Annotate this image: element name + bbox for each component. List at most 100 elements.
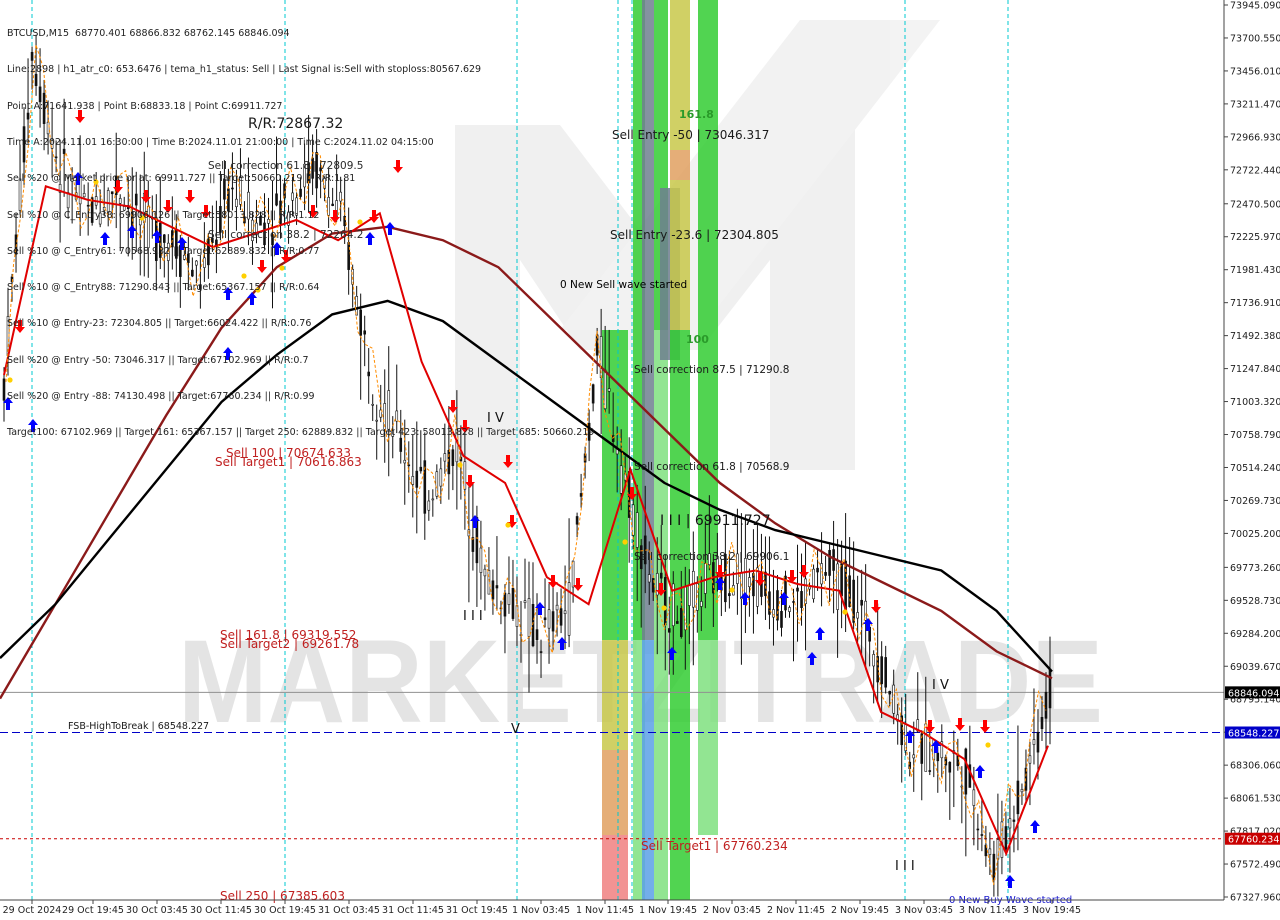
candle-body — [1032, 739, 1036, 745]
signal-zone-bar — [670, 150, 690, 180]
candle-body — [888, 690, 891, 695]
candle-body — [231, 187, 234, 190]
candle-body — [179, 245, 182, 277]
price-axis-label: 70758.790 — [1230, 430, 1280, 441]
time-axis-label: 1 Nov 19:45 — [639, 905, 697, 916]
zone-label-100: 100 — [686, 333, 709, 346]
candle-body — [327, 197, 330, 216]
candle-body — [575, 516, 579, 525]
signal-star-icon — [139, 215, 145, 221]
candle-body — [860, 599, 863, 606]
candle-body — [808, 586, 811, 590]
candle-body — [523, 600, 527, 603]
candle-body — [988, 848, 992, 855]
candle-body — [30, 51, 34, 61]
candle-body — [948, 761, 952, 773]
candle-body — [704, 563, 707, 594]
price-axis-label: 72470.500 — [1230, 199, 1280, 210]
candle-body — [828, 550, 831, 576]
candle-body — [495, 585, 499, 589]
candle-body — [122, 206, 126, 211]
candle-body — [1036, 731, 1040, 753]
candle-body — [996, 839, 1000, 860]
fsb-price-tag: 68548.227 — [1228, 729, 1279, 740]
time-axis-label: 30 Oct 11:45 — [190, 905, 252, 916]
price-axis-label: 70025.200 — [1230, 529, 1280, 540]
candle-body — [515, 605, 519, 627]
signal-zone-bar — [602, 835, 628, 900]
candle-body — [267, 219, 270, 224]
candle-body — [864, 600, 867, 621]
candle-body — [339, 191, 342, 202]
candle-body — [347, 242, 350, 270]
time-axis-label: 2 Nov 03:45 — [703, 905, 761, 916]
price-axis-label: 73456.010 — [1230, 66, 1280, 77]
time-axis-label: 3 Nov 03:45 — [895, 905, 953, 916]
candle-body — [106, 190, 110, 213]
signal-zone-bar — [642, 0, 654, 110]
candle-body — [66, 192, 70, 209]
candle-body — [503, 592, 507, 617]
candle-body — [679, 607, 683, 637]
candle-body — [912, 754, 916, 759]
candle-body — [872, 654, 875, 667]
signal-star-icon — [842, 609, 848, 615]
candle-body — [667, 628, 671, 633]
price-axis-label: 71003.320 — [1230, 397, 1280, 408]
candle-body — [163, 234, 166, 243]
time-axis-label: 30 Oct 03:45 — [126, 905, 188, 916]
candle-body — [247, 191, 250, 220]
sell-entry-label: Sell Entry -50 | 73046.317 — [612, 128, 769, 142]
price-axis-label: 69039.670 — [1230, 662, 1280, 673]
candle-body — [46, 121, 50, 135]
candle-body — [964, 748, 968, 795]
candle-body — [1012, 819, 1016, 822]
candle-body — [82, 193, 86, 198]
price-axis-label: 73700.550 — [1230, 33, 1280, 44]
candle-body — [259, 216, 262, 226]
candle-body — [928, 770, 932, 772]
price-axis-label: 67572.490 — [1230, 860, 1280, 871]
candle-body — [415, 470, 419, 488]
price-axis-label: 70514.240 — [1230, 463, 1280, 474]
candle-body — [816, 567, 819, 573]
candle-body — [1004, 826, 1008, 850]
time-axis-label: 31 Oct 19:45 — [446, 905, 508, 916]
candle-body — [411, 476, 415, 485]
price-chart[interactable]: MARKETZITRADE161.8100R/R:72867.32Sell co… — [0, 0, 1280, 920]
price-axis-label: 69773.260 — [1230, 563, 1280, 574]
candle-body — [110, 191, 114, 195]
candle-body — [800, 591, 803, 609]
candle-body — [483, 568, 487, 577]
candle-body — [631, 504, 635, 536]
candle-body — [183, 254, 186, 260]
candle-body — [856, 612, 859, 619]
candle-body — [118, 198, 122, 204]
wave-label: I I I — [463, 609, 483, 624]
time-axis-label: 30 Oct 19:45 — [254, 905, 316, 916]
candle-body — [199, 284, 202, 290]
candle-body — [134, 193, 138, 206]
candle-body — [692, 570, 695, 608]
signal-zone-bar — [698, 0, 718, 640]
candle-body — [547, 609, 551, 629]
candle-body — [62, 148, 66, 154]
candle-body — [18, 178, 22, 211]
candle-body — [86, 204, 90, 207]
candle-body — [992, 853, 996, 881]
sell-target-label: Sell Target1 | 70616.863 — [215, 455, 362, 469]
price-axis-label: 70269.730 — [1230, 496, 1280, 507]
candle-body — [363, 330, 366, 335]
signal-star-icon — [241, 273, 247, 279]
candle-body — [487, 570, 491, 595]
candle-body — [195, 260, 198, 266]
new-sell-wave-label: 0 New Sell wave started — [560, 279, 687, 291]
signal-zone-bar — [654, 640, 668, 900]
price-axis-label: 67327.960 — [1230, 893, 1280, 904]
candle-body — [571, 560, 575, 588]
candle-body — [635, 512, 639, 548]
price-axis-label: 71247.840 — [1230, 364, 1280, 375]
candle-body — [1020, 789, 1024, 793]
candle-body — [792, 601, 795, 603]
candle-body — [203, 257, 206, 268]
